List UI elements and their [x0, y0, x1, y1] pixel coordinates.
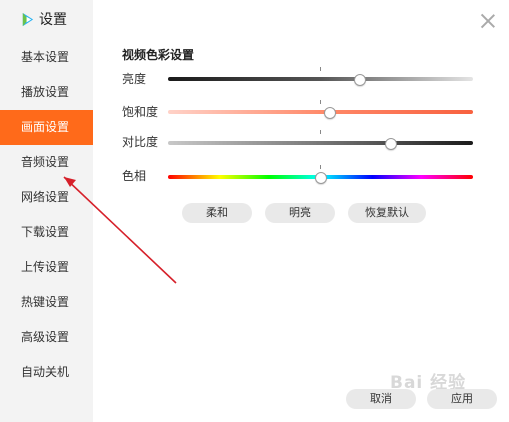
sidebar-item-audio[interactable]: 音频设置 — [0, 145, 93, 180]
apply-button[interactable]: 应用 — [427, 389, 497, 409]
sidebar-item-auto-shutdown[interactable]: 自动关机 — [0, 355, 93, 390]
sidebar-item-advanced[interactable]: 高级设置 — [0, 320, 93, 355]
saturation-slider-handle[interactable] — [323, 107, 336, 119]
hue-center-tick — [320, 165, 321, 169]
hue-label: 色相 — [122, 169, 147, 183]
settings-nav: 基本设置 播放设置 画面设置 音频设置 网络设置 下载设置 上传设置 热键设置 … — [0, 40, 93, 390]
hue-slider-handle[interactable] — [314, 172, 327, 184]
sidebar-item-download[interactable]: 下载设置 — [0, 215, 93, 250]
app-logo-icon — [22, 12, 34, 26]
sidebar: 设置 基本设置 播放设置 画面设置 音频设置 网络设置 下载设置 上传设置 热键… — [0, 0, 93, 422]
preset-bright-button[interactable]: 明亮 — [265, 203, 335, 223]
close-icon[interactable] — [481, 14, 495, 28]
restore-default-button[interactable]: 恢复默认 — [348, 203, 426, 223]
sidebar-item-hotkeys[interactable]: 热键设置 — [0, 285, 93, 320]
saturation-slider[interactable] — [168, 110, 473, 114]
sidebar-item-upload[interactable]: 上传设置 — [0, 250, 93, 285]
preset-soft-button[interactable]: 柔和 — [182, 203, 252, 223]
sidebar-item-basic[interactable]: 基本设置 — [0, 40, 93, 75]
brightness-slider[interactable] — [168, 77, 473, 81]
contrast-slider-handle[interactable] — [384, 138, 397, 150]
sidebar-item-playback[interactable]: 播放设置 — [0, 75, 93, 110]
sidebar-item-network[interactable]: 网络设置 — [0, 180, 93, 215]
saturation-center-tick — [320, 100, 321, 104]
section-title: 视频色彩设置 — [122, 48, 195, 62]
brightness-center-tick — [320, 67, 321, 71]
brightness-label: 亮度 — [122, 72, 147, 86]
cancel-button[interactable]: 取消 — [346, 389, 416, 409]
contrast-label: 对比度 — [122, 135, 159, 149]
brightness-slider-handle[interactable] — [354, 74, 367, 86]
sidebar-item-picture[interactable]: 画面设置 — [0, 110, 93, 145]
saturation-label: 饱和度 — [122, 105, 159, 119]
contrast-center-tick — [320, 130, 321, 134]
app-title: 设置 — [39, 12, 67, 28]
contrast-slider[interactable] — [168, 141, 473, 145]
app-title-bar: 设置 — [20, 10, 67, 28]
